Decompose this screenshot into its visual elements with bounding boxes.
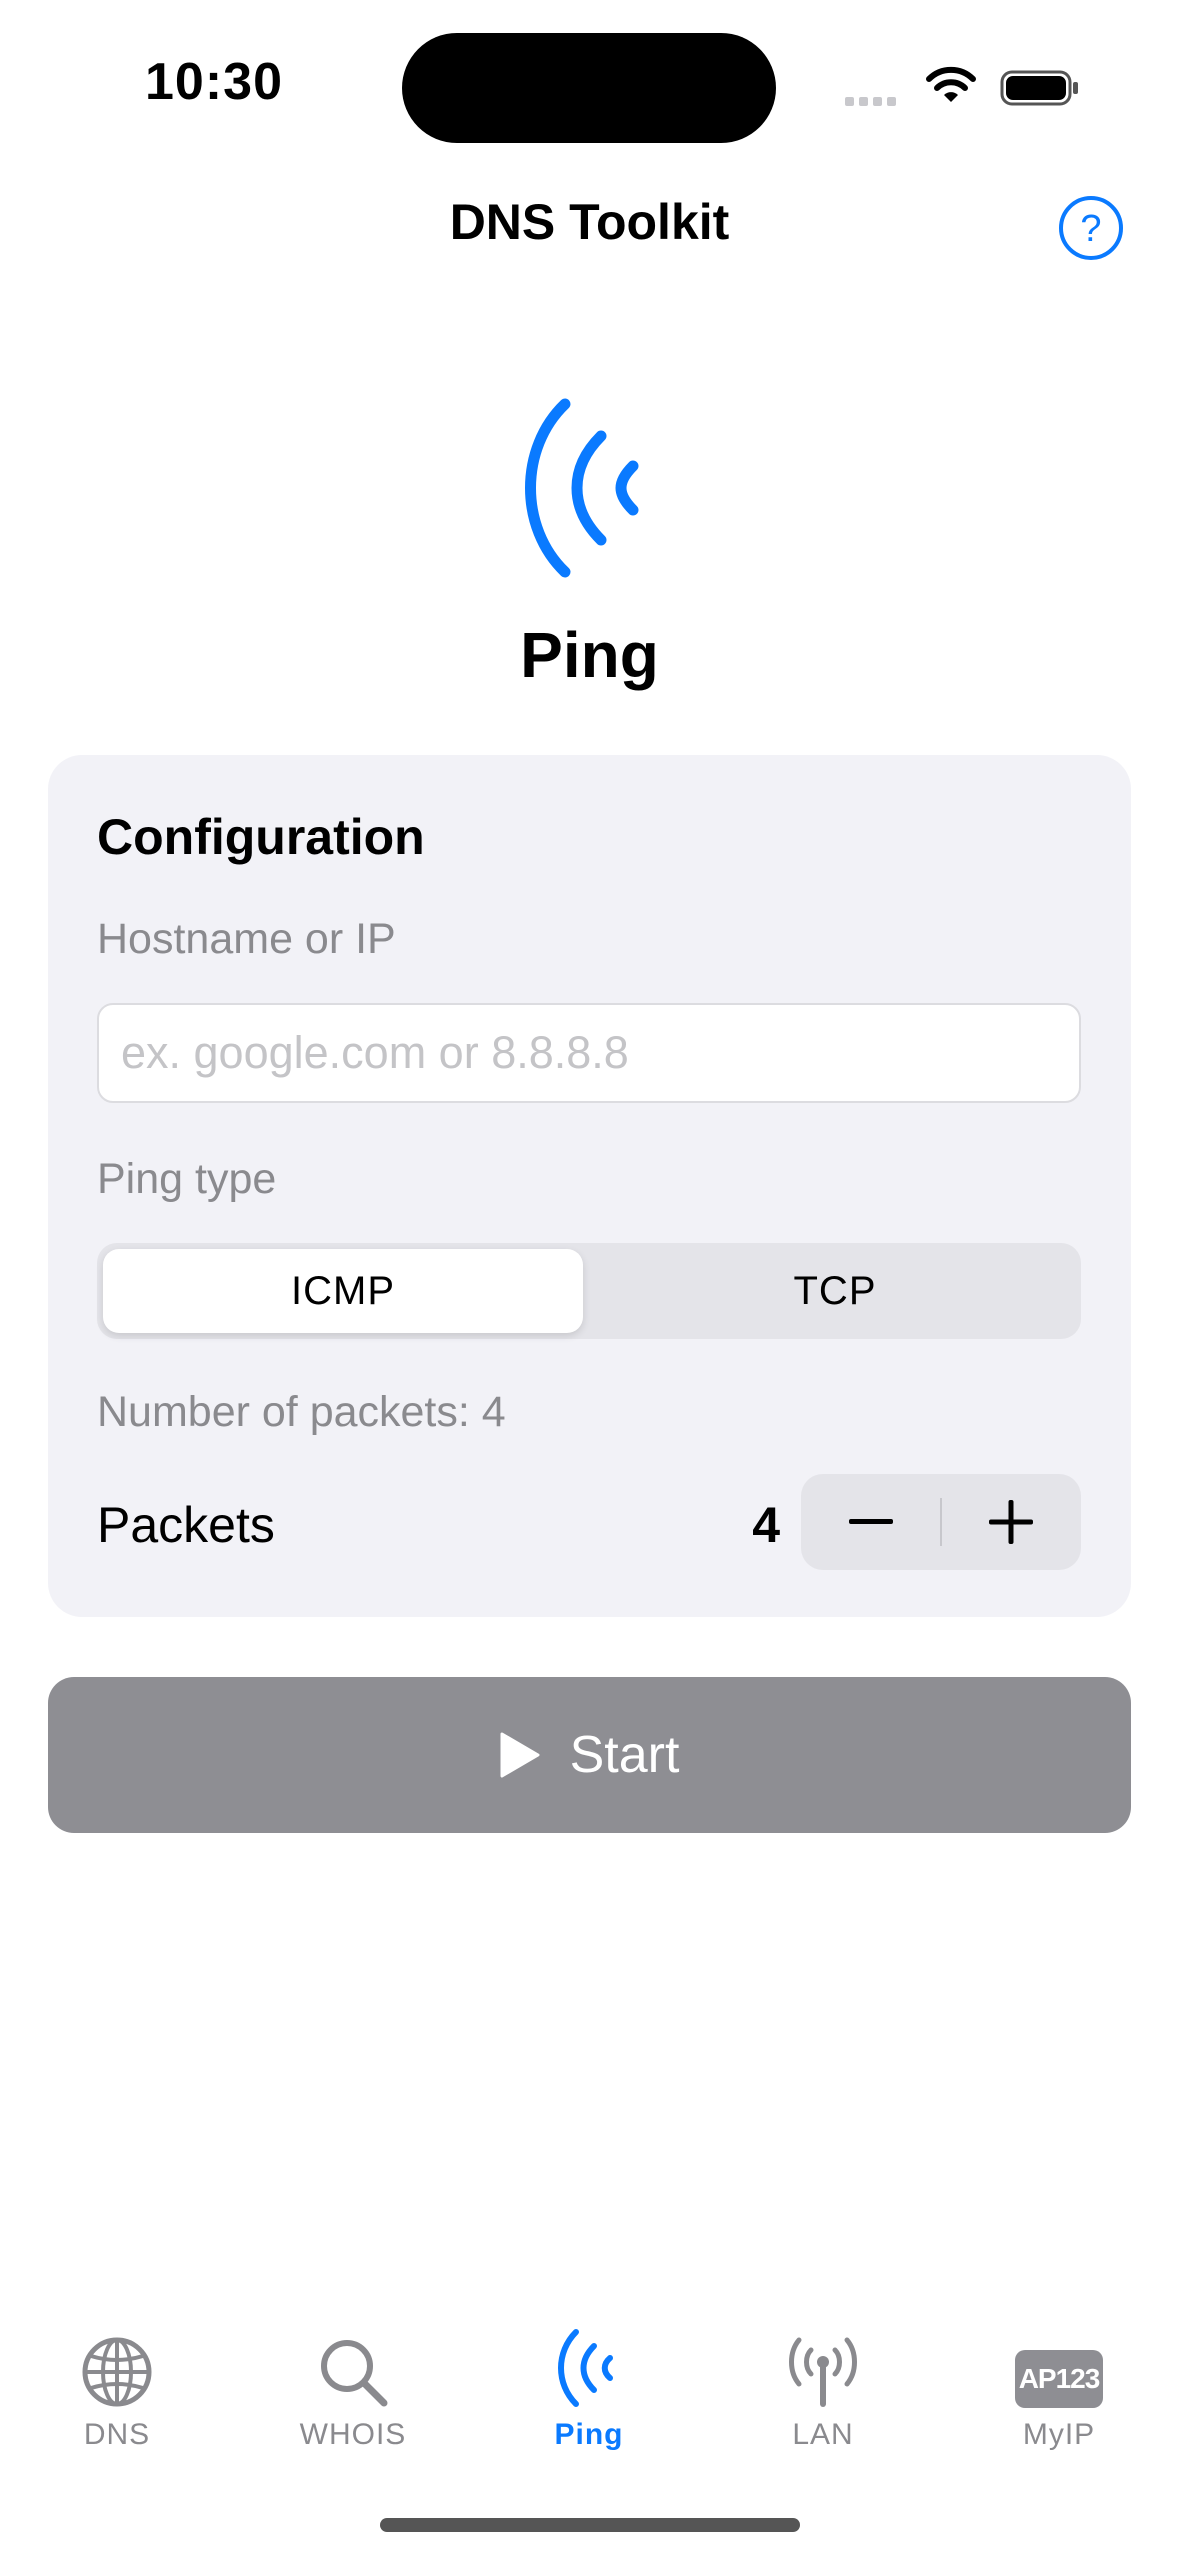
configuration-heading: Configuration	[97, 809, 425, 865]
packets-count-info: Number of packets: 4	[97, 1388, 506, 1436]
decrement-button[interactable]	[801, 1474, 941, 1570]
cellular-signal-icon	[845, 93, 905, 106]
tab-label-lan: LAN	[792, 2418, 854, 2451]
play-icon	[500, 1732, 540, 1778]
segment-tcp[interactable]: TCP	[595, 1249, 1075, 1333]
globe-icon	[82, 2337, 152, 2407]
packets-stepper	[801, 1474, 1081, 1570]
tab-label-myip: MyIP	[1022, 2418, 1096, 2451]
battery-icon	[1000, 70, 1078, 106]
increment-button[interactable]	[941, 1474, 1081, 1570]
minus-icon	[849, 1519, 893, 1524]
ping-hero-icon	[525, 398, 639, 578]
ping-type-label: Ping type	[97, 1155, 277, 1203]
antenna-icon	[789, 2337, 857, 2407]
hostname-input[interactable]	[97, 1003, 1081, 1103]
ap123-badge-icon: AP123	[1015, 2350, 1103, 2408]
status-time: 10:30	[145, 53, 283, 111]
segment-icmp[interactable]: ICMP	[103, 1249, 583, 1333]
hostname-label: Hostname or IP	[97, 915, 396, 963]
tab-label-ping: Ping	[554, 2418, 624, 2451]
start-button-label: Start	[569, 1726, 680, 1784]
wave-ping-icon	[558, 2329, 613, 2407]
tab-lan[interactable]: LAN	[738, 2318, 908, 2458]
wifi-icon	[926, 66, 976, 102]
help-button[interactable]: ?	[1058, 195, 1124, 261]
tab-label-dns: DNS	[83, 2418, 151, 2451]
nav-title: DNS Toolkit	[449, 194, 730, 250]
svg-text:?: ?	[1080, 208, 1101, 250]
home-indicator	[380, 2518, 800, 2532]
dynamic-island	[402, 33, 776, 143]
packets-value: 4	[752, 1497, 780, 1553]
ping-type-segmented-control: ICMP TCP	[97, 1243, 1081, 1339]
start-button[interactable]: Start	[48, 1677, 1131, 1833]
magnifier-icon	[321, 2340, 388, 2407]
tab-ping[interactable]: Ping	[504, 2318, 674, 2458]
packets-label: Packets	[97, 1497, 275, 1553]
tab-whois[interactable]: WHOIS	[268, 2318, 438, 2458]
tab-dns[interactable]: DNS	[32, 2318, 202, 2458]
tab-label-whois: WHOIS	[299, 2418, 407, 2451]
hero-title: Ping	[520, 619, 659, 691]
plus-icon	[989, 1500, 1033, 1544]
tab-myip[interactable]: AP123 MyIP	[974, 2318, 1144, 2458]
